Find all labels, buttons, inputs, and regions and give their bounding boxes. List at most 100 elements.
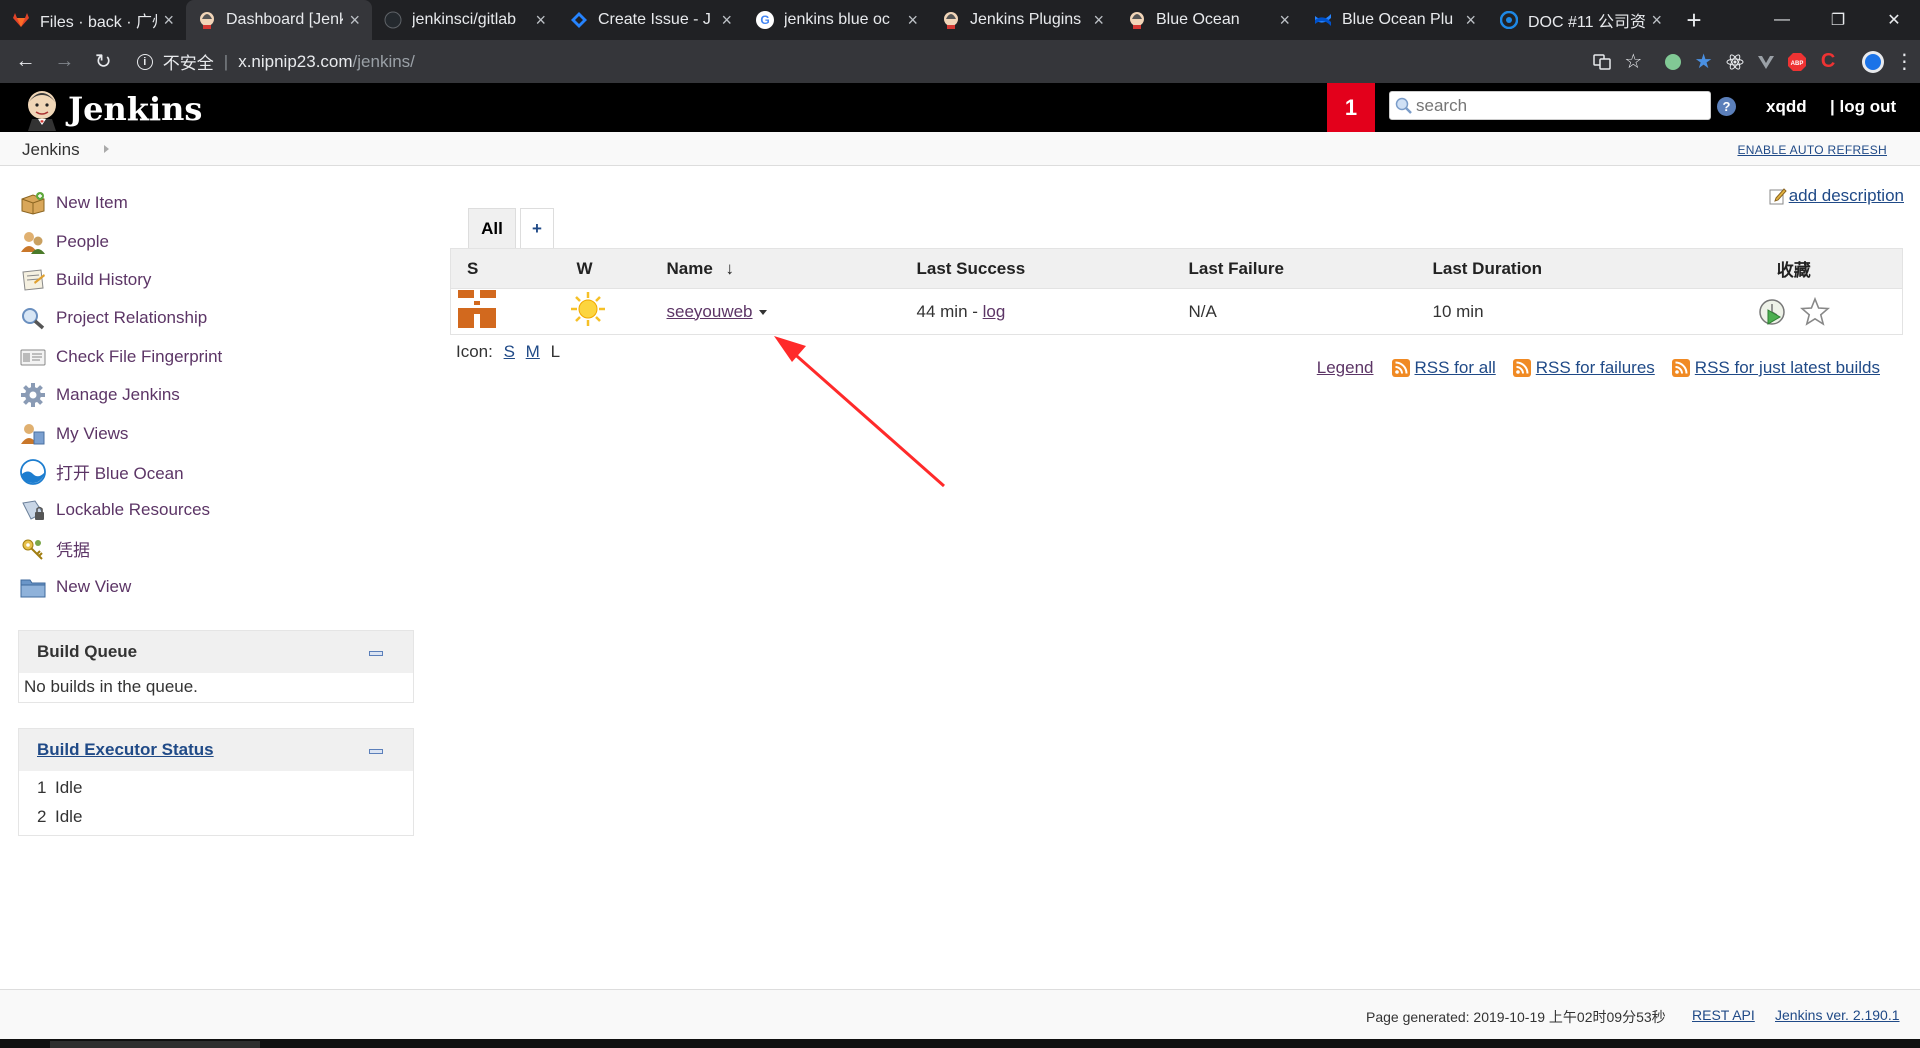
column-weather[interactable]: W: [554, 248, 647, 289]
breadcrumb-root[interactable]: Jenkins: [22, 140, 80, 160]
collapse-icon[interactable]: [369, 651, 383, 656]
add-view-tab[interactable]: +: [520, 208, 554, 248]
close-window-button[interactable]: ✕: [1866, 0, 1920, 40]
menu-kebab-icon[interactable]: ⋮: [1889, 46, 1920, 78]
task-project-relationship[interactable]: Project Relationship: [20, 299, 222, 337]
build-status-icon[interactable]: [457, 289, 497, 329]
legend-link[interactable]: Legend: [1317, 358, 1374, 378]
build-log-link[interactable]: log: [983, 302, 1006, 321]
enable-auto-refresh-link[interactable]: ENABLE AUTO REFRESH: [1737, 143, 1887, 157]
sort-arrow-icon: ↓: [725, 258, 735, 278]
restore-button[interactable]: ❐: [1810, 0, 1866, 40]
close-icon[interactable]: ×: [1465, 10, 1476, 31]
adblock-icon[interactable]: ABP: [1781, 46, 1812, 78]
projects-table: S W Name ↓ Last Success Last Failure Las…: [450, 248, 1903, 335]
close-icon[interactable]: ×: [907, 10, 918, 31]
extension-star-icon[interactable]: ★: [1688, 46, 1719, 78]
edit-icon: [1769, 188, 1787, 205]
favorite-star-icon[interactable]: [1800, 296, 1831, 327]
close-icon[interactable]: ×: [535, 10, 546, 31]
security-label: 不安全: [162, 54, 214, 73]
jenkins-version-link[interactable]: Jenkins ver. 2.190.1: [1775, 1007, 1900, 1023]
sunny-weather-icon[interactable]: [569, 290, 607, 328]
search-box[interactable]: [1389, 91, 1711, 120]
chevron-down-icon[interactable]: [758, 309, 767, 315]
browser-tab-jira[interactable]: Create Issue - J ×: [558, 0, 744, 40]
back-button[interactable]: ←: [6, 42, 45, 82]
task-new-item[interactable]: New Item: [20, 184, 222, 222]
browser-tab-github[interactable]: jenkinsci/gitlab ×: [372, 0, 558, 40]
executor-status-link[interactable]: Build Executor Status: [37, 740, 214, 760]
column-last-failure[interactable]: Last Failure: [1173, 248, 1418, 289]
task-lockable-resources[interactable]: Lockable Resources: [20, 491, 222, 529]
reload-button[interactable]: ↻: [84, 42, 123, 82]
browser-tab-google[interactable]: G jenkins blue oc ×: [744, 0, 930, 40]
close-icon[interactable]: ×: [163, 10, 174, 31]
column-last-success[interactable]: Last Success: [901, 248, 1174, 289]
task-new-view[interactable]: New View: [20, 568, 222, 606]
close-icon[interactable]: ×: [721, 10, 732, 31]
browser-tab-jenkins-plugins[interactable]: Jenkins Plugins ×: [930, 0, 1116, 40]
tab-all[interactable]: All: [468, 208, 516, 248]
jenkins-logo[interactable]: Jenkins: [20, 87, 202, 131]
task-people[interactable]: People: [20, 222, 222, 260]
build-queue-title: Build Queue: [37, 642, 138, 661]
close-icon[interactable]: ×: [1093, 10, 1104, 31]
column-favorite[interactable]: 收藏: [1685, 248, 1903, 289]
logout-link[interactable]: | log out: [1830, 97, 1896, 117]
task-my-views[interactable]: My Views: [20, 414, 222, 452]
icon-size-small[interactable]: S: [504, 342, 515, 361]
icon-size-medium[interactable]: M: [526, 342, 540, 361]
side-panel-tasks: New Item People Build History Project Re…: [20, 184, 222, 606]
rss-failures-link[interactable]: RSS for failures: [1512, 358, 1655, 378]
browser-tab-gitlab[interactable]: Files · back · 广州 ×: [0, 0, 186, 40]
last-duration-cell: 10 min: [1417, 288, 1686, 335]
bookmark-star-icon[interactable]: ☆: [1618, 46, 1649, 78]
browser-tab-blue-ocean-plugin[interactable]: Blue Ocean Plu ×: [1302, 0, 1488, 40]
column-name[interactable]: Name ↓: [646, 248, 902, 289]
translate-icon[interactable]: [1587, 46, 1618, 78]
close-icon[interactable]: ×: [1279, 10, 1290, 31]
gear-icon: [20, 382, 46, 408]
os-taskbar: [0, 1039, 1920, 1048]
react-devtools-icon[interactable]: [1719, 46, 1750, 78]
browser-tab-blue-ocean[interactable]: Blue Ocean ×: [1116, 0, 1302, 40]
vue-devtools-icon[interactable]: [1750, 46, 1781, 78]
column-status[interactable]: S: [450, 248, 555, 289]
add-description-link[interactable]: add description: [1769, 186, 1904, 206]
task-build-history[interactable]: Build History: [20, 261, 222, 299]
jenkins-butler-icon: [20, 87, 64, 131]
add-description-label: add description: [1788, 186, 1904, 205]
extension-green-icon[interactable]: [1657, 46, 1688, 78]
browser-tab-doc[interactable]: DOC #11 公司资 ×: [1488, 0, 1674, 40]
rss-latest-link[interactable]: RSS for just latest builds: [1671, 358, 1880, 378]
task-label: New View: [56, 577, 132, 597]
extension-red-c-icon[interactable]: C: [1813, 46, 1844, 78]
collapse-icon[interactable]: [369, 749, 383, 754]
new-tab-button[interactable]: +: [1674, 0, 1714, 40]
task-credentials[interactable]: 凭据: [20, 530, 222, 568]
close-icon[interactable]: ×: [1651, 10, 1662, 31]
minimize-button[interactable]: —: [1754, 0, 1810, 40]
url-field[interactable]: i 不安全 | x.nipnip23.com /jenkins/: [136, 49, 1431, 74]
taskbar-item[interactable]: [50, 1041, 260, 1048]
close-icon[interactable]: ×: [349, 10, 360, 31]
browser-tab-dashboard[interactable]: Dashboard [Jenkins] ×: [186, 0, 372, 40]
info-icon[interactable]: i: [136, 53, 153, 70]
column-last-duration[interactable]: Last Duration: [1417, 248, 1686, 289]
rss-all-link[interactable]: RSS for all: [1391, 358, 1496, 378]
help-icon[interactable]: ?: [1717, 97, 1736, 116]
breadcrumb-arrow-icon[interactable]: [104, 145, 109, 153]
search-input[interactable]: [1416, 95, 1696, 116]
rest-api-link[interactable]: REST API: [1692, 1007, 1755, 1023]
notification-badge[interactable]: 1: [1327, 83, 1375, 132]
task-check-file-fingerprint[interactable]: Check File Fingerprint: [20, 338, 222, 376]
schedule-build-icon[interactable]: [1757, 297, 1787, 327]
profile-avatar[interactable]: [1858, 46, 1889, 78]
task-manage-jenkins[interactable]: Manage Jenkins: [20, 376, 222, 414]
task-open-blue-ocean[interactable]: 打开 Blue Ocean: [20, 453, 222, 491]
username-link[interactable]: xqdd: [1766, 97, 1807, 117]
column-name-label: Name: [666, 258, 713, 278]
project-link[interactable]: seeyouweb: [667, 302, 753, 321]
forward-button[interactable]: →: [45, 42, 84, 82]
